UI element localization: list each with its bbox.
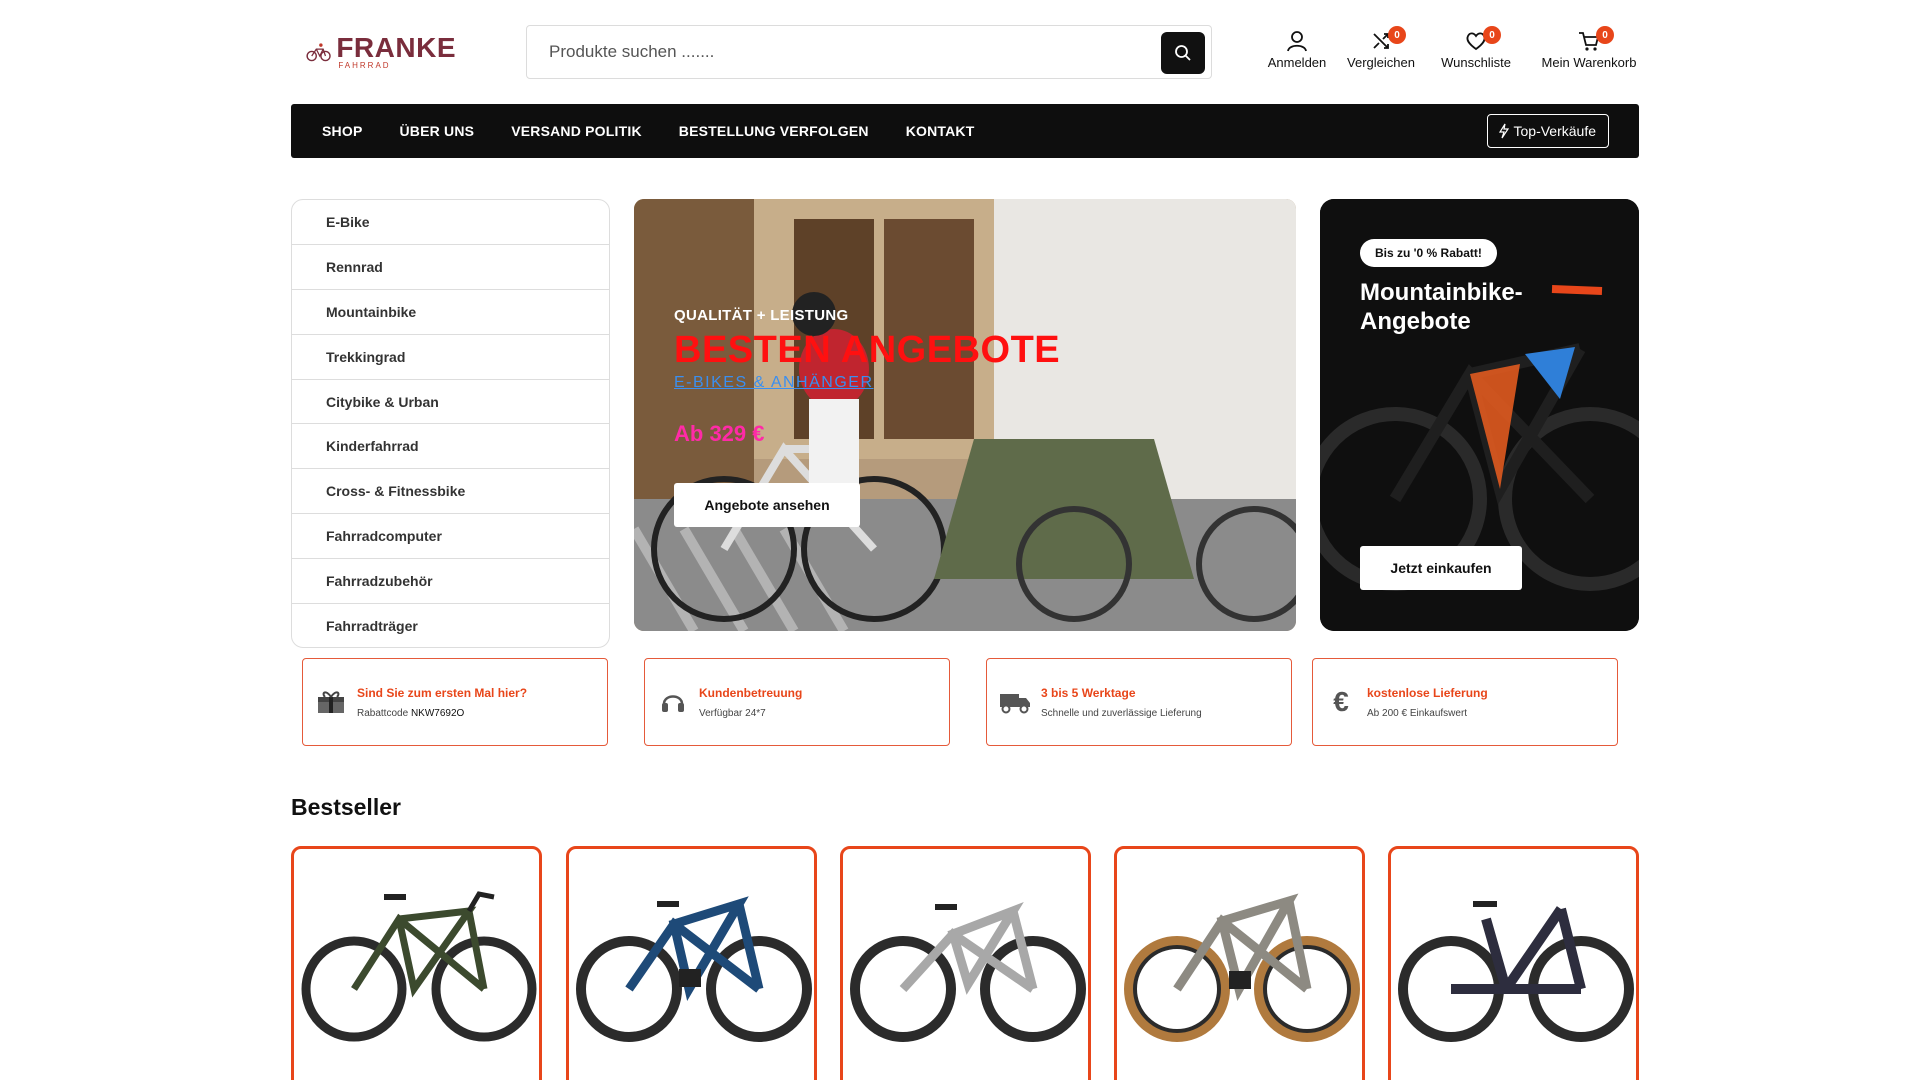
truck-icon bbox=[999, 690, 1031, 714]
search-bar bbox=[526, 25, 1212, 79]
feature-delivery-time: 3 bis 5 Werktage Schnelle und zuverlässi… bbox=[986, 658, 1292, 746]
search-icon bbox=[1175, 45, 1191, 61]
discount-code: NKW7692O bbox=[410, 707, 465, 719]
feature-free-shipping: € kostenlose Lieferung Ab 200 € Einkaufs… bbox=[1312, 658, 1618, 746]
category-list: E-Bike Rennrad Mountainbike Trekkingrad … bbox=[291, 199, 610, 648]
nav-item-shipping[interactable]: VERSAND POLITIK bbox=[511, 123, 642, 139]
compare-count: 0 bbox=[1388, 26, 1406, 44]
feature-title: Sind Sie zum ersten Mal hier? bbox=[357, 685, 528, 700]
category-carriers[interactable]: Fahrradträger bbox=[292, 604, 609, 647]
bicycle-logo-icon bbox=[306, 43, 331, 62]
compare-link[interactable]: 0 Vergleichen bbox=[1342, 26, 1420, 70]
cart-count: 0 bbox=[1596, 26, 1614, 44]
product-card[interactable] bbox=[840, 846, 1091, 1080]
discount-badge: Bis zu '0 % Rabatt! bbox=[1360, 239, 1497, 267]
product-card[interactable] bbox=[291, 846, 542, 1080]
top-sellers-label: Top-Verkäufe bbox=[1513, 123, 1597, 139]
category-mountainbike[interactable]: Mountainbike bbox=[292, 290, 609, 335]
product-card[interactable] bbox=[1388, 846, 1639, 1080]
category-trekking[interactable]: Trekkingrad bbox=[292, 335, 609, 380]
nav-item-shop[interactable]: SHOP bbox=[322, 123, 362, 139]
category-kids[interactable]: Kinderfahrrad bbox=[292, 424, 609, 470]
section-title: Bestseller bbox=[291, 794, 401, 820]
feature-title: 3 bis 5 Werktage bbox=[1041, 685, 1136, 700]
feature-sub: Ab 200 € Einkaufswert bbox=[1367, 707, 1468, 719]
e-city-bike-image bbox=[1398, 901, 1634, 1042]
feature-support: Kundenbetreuung Verfügbar 24*7 bbox=[644, 658, 950, 746]
cart-link[interactable]: 0 Mein Warenkorb bbox=[1534, 26, 1644, 70]
promo-card: Bis zu '0 % Rabatt! Mountainbike-Angebot… bbox=[1320, 199, 1639, 631]
e-mtb-blue-image bbox=[576, 896, 812, 1042]
logo-name: FRANKE bbox=[336, 32, 456, 63]
nav-item-about[interactable]: ÜBER UNS bbox=[399, 123, 474, 139]
feature-sub: Schnelle und zuverlässige Lieferung bbox=[1041, 707, 1202, 719]
wishlist-label: Wunschliste bbox=[1441, 55, 1511, 70]
nav-item-contact[interactable]: KONTAKT bbox=[906, 123, 975, 139]
category-cross-fitness[interactable]: Cross- & Fitnessbike bbox=[292, 469, 609, 515]
view-offers-button[interactable]: Angebote ansehen bbox=[674, 483, 860, 527]
category-e-bike[interactable]: E-Bike bbox=[292, 200, 609, 245]
hero-kicker: QUALITÄT + LEISTUNG bbox=[674, 307, 849, 324]
product-card[interactable] bbox=[1114, 846, 1365, 1080]
hero-price: Ab 329 € bbox=[674, 421, 765, 446]
promo-title: Mountainbike-Angebote bbox=[1360, 279, 1523, 335]
hero-headline: BESTEN ANGEBOTE bbox=[674, 329, 1061, 371]
gift-icon bbox=[315, 689, 347, 715]
feature-title: kostenlose Lieferung bbox=[1367, 685, 1488, 700]
road-bike-image bbox=[301, 891, 537, 1042]
login-label: Anmelden bbox=[1267, 55, 1327, 70]
search-button[interactable] bbox=[1161, 32, 1205, 74]
top-sellers-button[interactable]: Top-Verkäufe bbox=[1486, 114, 1609, 148]
feature-title: Kundenbetreuung bbox=[699, 685, 803, 700]
headset-icon bbox=[657, 689, 689, 715]
user-icon bbox=[1287, 31, 1307, 52]
category-bike-computer[interactable]: Fahrradcomputer bbox=[292, 514, 609, 560]
feature-sub: Rabattcode bbox=[357, 707, 411, 719]
category-road-bike[interactable]: Rennrad bbox=[292, 245, 609, 290]
wishlist-count: 0 bbox=[1483, 26, 1501, 44]
search-input[interactable] bbox=[549, 42, 1149, 62]
cart-label: Mein Warenkorb bbox=[1541, 55, 1637, 70]
e-trekking-bike-image bbox=[1124, 893, 1360, 1042]
category-accessories[interactable]: Fahrradzubehör bbox=[292, 559, 609, 605]
logo-sub: FAHRRAD bbox=[338, 61, 391, 70]
site-logo[interactable]: FRANKE FAHRRAD bbox=[306, 28, 456, 76]
shop-now-button[interactable]: Jetzt einkaufen bbox=[1360, 546, 1522, 590]
hero-banner: QUALITÄT + LEISTUNG BESTEN ANGEBOTE E-BI… bbox=[634, 199, 1296, 631]
nav-item-track-order[interactable]: BESTELLUNG VERFOLGEN bbox=[679, 123, 869, 139]
feature-sub: Verfügbar 24*7 bbox=[699, 707, 766, 719]
login-link[interactable]: Anmelden bbox=[1260, 30, 1334, 70]
page: FRANKE FAHRRAD Anmelden 0 Vergleichen bbox=[0, 0, 1920, 1080]
category-city-urban[interactable]: Citybike & Urban bbox=[292, 380, 609, 425]
product-card[interactable] bbox=[566, 846, 817, 1080]
main-nav: SHOP ÜBER UNS VERSAND POLITIK BESTELLUNG… bbox=[291, 104, 1639, 158]
feature-first-visit: Sind Sie zum ersten Mal hier? Rabattcode… bbox=[302, 658, 608, 746]
hero-image bbox=[634, 199, 1296, 631]
euro-icon: € bbox=[1333, 686, 1349, 717]
lightning-icon bbox=[1498, 123, 1509, 139]
compare-label: Vergleichen bbox=[1347, 55, 1415, 70]
full-suspension-bike-image bbox=[850, 902, 1086, 1042]
wishlist-link[interactable]: 0 Wunschliste bbox=[1436, 26, 1516, 70]
hero-link[interactable]: E-BIKES & ANHÄNGER bbox=[674, 374, 874, 392]
